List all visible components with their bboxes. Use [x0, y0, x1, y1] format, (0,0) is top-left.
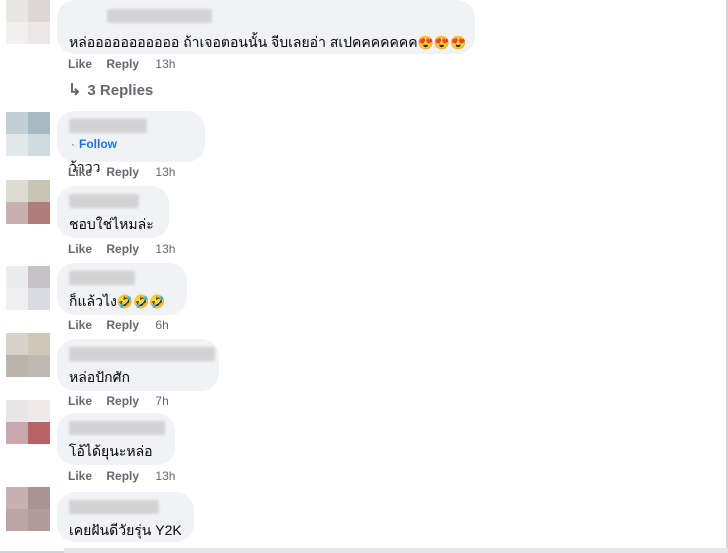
timestamp[interactable]: 13h: [155, 469, 175, 483]
comment-bubble: หล่อออออออออออ ถ้าเจอตอนนั้น จีบเลยอ่า ส…: [57, 0, 475, 54]
like-button[interactable]: Like: [68, 469, 92, 483]
comment-bubble: โอ้ได้ยุนะหล่อ: [57, 413, 175, 465]
like-button[interactable]: Like: [68, 165, 92, 179]
timestamp[interactable]: 13h: [155, 165, 175, 179]
avatar[interactable]: [6, 400, 50, 444]
comment-text: ก็แล้วไง🤣🤣🤣: [69, 293, 166, 309]
avatar[interactable]: [6, 487, 50, 531]
avatar[interactable]: [6, 333, 50, 377]
laughing-emoji: 🤣🤣🤣: [116, 294, 166, 309]
reply-button[interactable]: Reply: [106, 242, 139, 256]
comment-text: โอ้ได้ยุนะหล่อ: [69, 443, 153, 459]
avatar[interactable]: [6, 0, 50, 44]
replies-count: 3 Replies: [87, 82, 154, 99]
commenter-name[interactable]: [69, 118, 147, 133]
reply-button[interactable]: Reply: [106, 394, 139, 408]
commenter-name[interactable]: [69, 346, 215, 361]
timestamp[interactable]: 6h: [155, 318, 168, 332]
comment-bubble: ชอบใช่ไหมล่ะ: [57, 186, 169, 238]
comment-actions: Like Reply 13h: [68, 165, 186, 179]
avatar[interactable]: [6, 180, 50, 224]
comment-bubble: · Follow ว้าวว: [57, 111, 205, 175]
like-button[interactable]: Like: [68, 394, 92, 408]
timestamp[interactable]: 13h: [155, 57, 175, 71]
like-button[interactable]: Like: [68, 57, 92, 71]
like-button[interactable]: Like: [68, 242, 92, 256]
comment-actions: Like Reply 13h: [68, 469, 186, 483]
heart-eyes-emoji: 😍😍😍: [417, 35, 467, 50]
like-button[interactable]: Like: [68, 318, 92, 332]
comment-bubble: ก็แล้วไง🤣🤣🤣: [57, 263, 187, 315]
commenter-name[interactable]: [69, 193, 139, 208]
commenter-name[interactable]: [69, 270, 135, 285]
timestamp[interactable]: 7h: [155, 394, 168, 408]
comment-bubble: หล่อปักศัก: [57, 339, 219, 391]
comment-input-edge: [64, 548, 728, 553]
comment-text: หล่อปักศัก: [69, 369, 130, 385]
avatar[interactable]: [6, 112, 50, 156]
comment-actions: Like Reply 6h: [68, 318, 180, 332]
view-replies-link[interactable]: ↳ 3 Replies: [68, 80, 153, 100]
reply-button[interactable]: Reply: [106, 469, 139, 483]
follow-button[interactable]: Follow: [79, 137, 117, 151]
comment-text: หล่อออออออออออ ถ้าเจอตอนนั้น จีบเลยอ่า ส…: [69, 34, 467, 50]
commenter-name[interactable]: [107, 8, 212, 23]
reply-button[interactable]: Reply: [106, 318, 139, 332]
comment-text: ชอบใช่ไหมล่ะ: [69, 216, 154, 232]
timestamp[interactable]: 13h: [155, 242, 175, 256]
commenter-name[interactable]: [69, 420, 165, 435]
reply-arrow-icon: ↳: [68, 82, 82, 99]
reply-button[interactable]: Reply: [106, 165, 139, 179]
comment-actions: Like Reply 13h: [68, 57, 186, 71]
comment-actions: Like Reply 13h: [68, 242, 186, 256]
comment-bubble: เคยฝันดีวัยรุ่น Y2K: [57, 492, 194, 542]
commenter-name[interactable]: [69, 499, 159, 514]
reply-button[interactable]: Reply: [106, 57, 139, 71]
avatar[interactable]: [6, 266, 50, 310]
comment-actions: Like Reply 7h: [68, 394, 180, 408]
comment-text: เคยฝันดีวัยรุ่น Y2K: [69, 522, 182, 538]
